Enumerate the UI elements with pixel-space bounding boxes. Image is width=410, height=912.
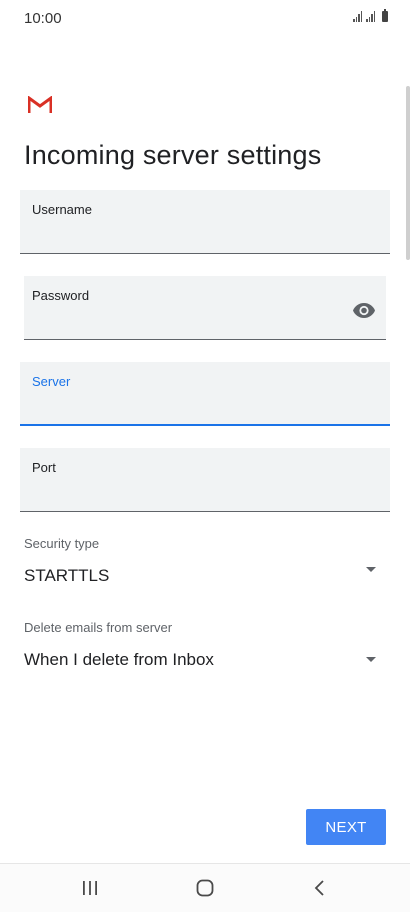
back-button[interactable] (296, 872, 344, 904)
page-title: Incoming server settings (24, 140, 322, 170)
back-icon (314, 880, 324, 896)
security-type-label: Security type (24, 536, 100, 551)
chevron-down-icon[interactable] (366, 567, 376, 572)
server-input[interactable] (32, 396, 378, 418)
recents-icon (83, 881, 97, 895)
status-icons (353, 9, 388, 22)
signal-icon-2 (366, 11, 375, 22)
scrollbar[interactable] (406, 86, 410, 260)
port-field[interactable]: Port (20, 448, 390, 512)
status-time: 10:00 (24, 10, 62, 27)
home-button[interactable] (181, 872, 229, 904)
delete-emails-label: Delete emails from server (24, 620, 173, 635)
server-label: Server (32, 374, 71, 389)
security-type-value[interactable]: STARTTLS (24, 566, 109, 586)
eye-icon[interactable] (352, 298, 376, 322)
home-icon (196, 879, 214, 897)
server-field[interactable]: Server (20, 362, 390, 426)
recents-button[interactable] (66, 872, 114, 904)
username-label: Username (32, 202, 92, 217)
next-button[interactable]: NEXT (306, 809, 386, 845)
port-input[interactable] (32, 483, 378, 505)
password-input[interactable] (32, 311, 342, 333)
username-input[interactable] (32, 225, 378, 247)
delete-emails-value[interactable]: When I delete from Inbox (24, 650, 214, 670)
navigation-bar (0, 863, 410, 912)
signal-icon (353, 11, 362, 22)
password-label: Password (32, 288, 90, 303)
battery-icon (382, 9, 388, 22)
port-label: Port (32, 460, 56, 475)
status-bar: 10:00 (0, 0, 410, 36)
gmail-logo-icon (28, 96, 52, 113)
chevron-down-icon-2[interactable] (366, 657, 376, 662)
password-field[interactable]: Password (24, 276, 386, 340)
username-field[interactable]: Username (20, 190, 390, 254)
